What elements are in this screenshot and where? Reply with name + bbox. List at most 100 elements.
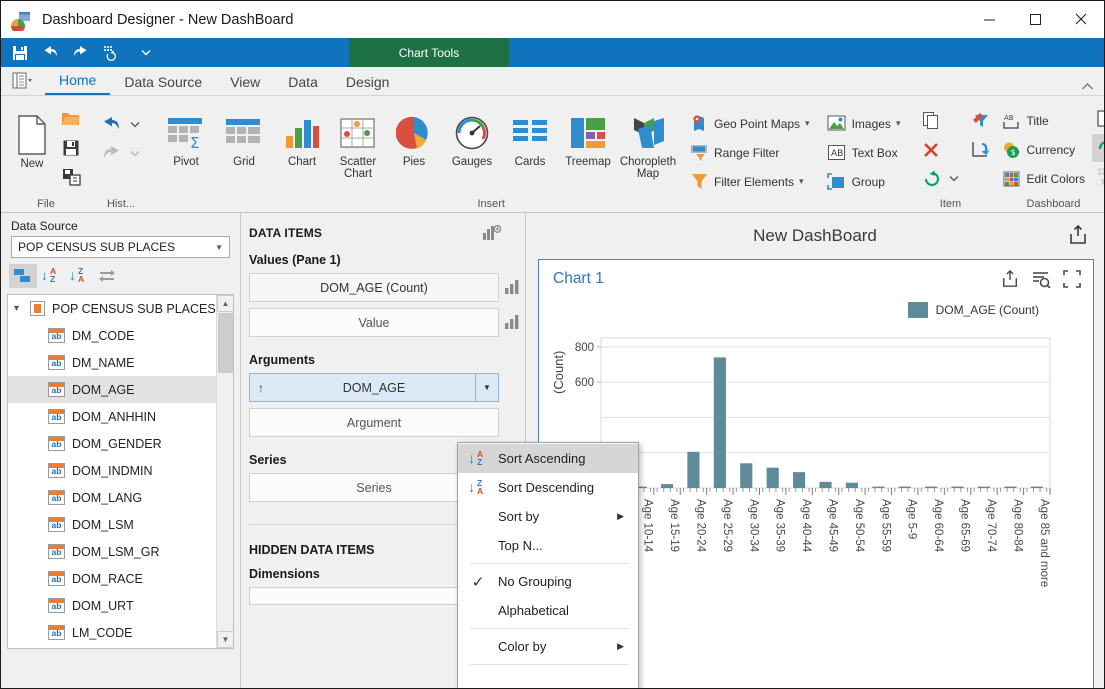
scroll-up-arrow-icon[interactable]: ▲ xyxy=(217,295,233,312)
filter-values-icon[interactable] xyxy=(1031,270,1051,288)
sort-az-icon[interactable]: ↓ AZ xyxy=(37,264,65,288)
chevron-up-icon[interactable] xyxy=(1081,82,1094,91)
chevron-down-icon[interactable]: ▾ xyxy=(805,118,810,129)
field-dm-name[interactable]: ab DM_NAME xyxy=(8,349,233,376)
menu-item-sort-descending[interactable]: ↓ Z A Sort Descending xyxy=(458,473,638,502)
menu-item-sort-by[interactable]: Sort by ▶ xyxy=(458,502,638,531)
chevron-down-icon[interactable]: ▾ xyxy=(896,118,901,129)
chevron-down-icon[interactable]: ▾ xyxy=(14,303,30,314)
update-interval-icon[interactable] xyxy=(1092,162,1104,190)
chart-tools-contextual-tab[interactable]: Chart Tools xyxy=(349,38,509,67)
bar[interactable] xyxy=(687,451,700,488)
field-dom-lang[interactable]: ab DOM_LANG xyxy=(8,484,233,511)
field-dom-indmin[interactable]: ab DOM_INDMIN xyxy=(8,457,233,484)
bar[interactable] xyxy=(845,482,858,488)
grid-button[interactable]: Grid xyxy=(215,106,273,168)
refresh-item-dropdown-icon[interactable] xyxy=(945,164,963,193)
file-menu-button[interactable] xyxy=(1,66,45,95)
bar[interactable] xyxy=(660,484,674,488)
argument-context-menu[interactable]: ↓ A Z Sort Ascending ↓ Z A Sort Descending S… xyxy=(457,442,639,688)
minimize-button[interactable] xyxy=(966,1,1012,37)
bar[interactable] xyxy=(1030,486,1043,488)
menu-item-sort-ascending[interactable]: ↓ A Z Sort Ascending xyxy=(458,444,638,473)
save-icon[interactable] xyxy=(5,38,35,67)
treemap-button[interactable]: Treemap xyxy=(559,106,617,168)
bar[interactable] xyxy=(872,486,885,488)
measure-icon[interactable] xyxy=(505,280,520,294)
refresh-icon[interactable] xyxy=(95,38,125,67)
maximize-button[interactable] xyxy=(1012,1,1058,37)
menu-item-no-grouping[interactable]: ✓ No Grouping xyxy=(458,567,638,596)
add-data-item-icon[interactable] xyxy=(483,225,501,241)
new-button[interactable]: New xyxy=(7,108,57,170)
customize-qat-caret-icon[interactable] xyxy=(131,38,161,67)
bar[interactable] xyxy=(1004,486,1017,488)
bar[interactable] xyxy=(740,463,753,488)
field-dom-lsm[interactable]: ab DOM_LSM xyxy=(8,511,233,538)
menu-item-rename[interactable] xyxy=(458,668,638,688)
filter-elements-button[interactable]: Filter Elements ▾ xyxy=(683,167,815,196)
text-box-button[interactable]: AB Text Box xyxy=(821,138,906,167)
undo-icon[interactable] xyxy=(35,38,65,67)
refresh-item-icon[interactable] xyxy=(917,164,945,193)
chevron-down-icon[interactable]: ▼ xyxy=(215,243,223,252)
bar[interactable] xyxy=(766,467,779,488)
images-button[interactable]: Images ▾ xyxy=(821,109,906,138)
sort-za-icon[interactable]: ↓ ZA xyxy=(65,264,93,288)
data-item-argument-dom-age[interactable]: ↑ DOM_AGE ▼ xyxy=(249,373,499,402)
edit-colors-button[interactable]: Edit Colors xyxy=(995,164,1090,193)
range-filter-button[interactable]: Range Filter xyxy=(683,138,815,167)
bar[interactable] xyxy=(793,472,806,488)
cards-button[interactable]: Cards xyxy=(501,106,559,168)
chart-button[interactable]: Chart xyxy=(273,106,331,168)
tab-design[interactable]: Design xyxy=(332,72,404,95)
gauges-button[interactable]: Gauges xyxy=(443,106,501,168)
field-lm-code[interactable]: ab LM_CODE xyxy=(8,619,233,646)
bar[interactable] xyxy=(819,481,832,488)
geo-point-maps-button[interactable]: Geo Point Maps ▾ xyxy=(683,109,815,138)
pies-button[interactable]: Pies xyxy=(385,106,443,168)
field-dom-anhhin[interactable]: ab DOM_ANHHIN xyxy=(8,403,233,430)
tab-view[interactable]: View xyxy=(216,72,274,95)
data-item-dom-age-count[interactable]: DOM_AGE (Count) xyxy=(249,273,519,302)
save-icon[interactable] xyxy=(57,133,85,162)
field-dm-code[interactable]: ab DM_CODE xyxy=(8,322,233,349)
redo-icon[interactable] xyxy=(97,139,125,168)
open-folder-icon[interactable] xyxy=(57,104,85,133)
scroll-down-arrow-icon[interactable]: ▼ xyxy=(217,631,233,648)
field-dom-lsm-gr[interactable]: ab DOM_LSM_GR xyxy=(8,538,233,565)
pivot-button[interactable]: Σ Pivot xyxy=(157,106,215,168)
field-dom-gender[interactable]: ab DOM_GENDER xyxy=(8,430,233,457)
bar[interactable] xyxy=(898,486,911,488)
title-button[interactable]: AB Title xyxy=(995,106,1090,135)
show-hierarchy-icon[interactable] xyxy=(9,264,37,288)
dashboard-settings-icon[interactable] xyxy=(1092,106,1104,134)
data-source-combobox[interactable]: POP CENSUS SUB PLACES ▼ xyxy=(11,236,230,258)
data-item-argument-placeholder[interactable]: Argument xyxy=(249,408,499,437)
delete-icon[interactable] xyxy=(917,135,945,164)
chevron-down-icon[interactable]: ▾ xyxy=(799,176,804,187)
measure-icon[interactable] xyxy=(505,315,520,329)
choropleth-map-button[interactable]: Choropleth Map xyxy=(617,106,679,180)
close-button[interactable] xyxy=(1058,1,1104,37)
field-lm-name[interactable]: ab LM_NAME xyxy=(8,646,233,648)
tab-home[interactable]: Home xyxy=(45,70,111,95)
redo-icon[interactable] xyxy=(65,38,95,67)
field-dom-race[interactable]: ab DOM_RACE xyxy=(8,565,233,592)
bar[interactable] xyxy=(713,357,726,488)
swap-icon[interactable] xyxy=(93,264,121,288)
bar[interactable] xyxy=(951,486,964,488)
data-item-dropdown-button[interactable]: ▼ xyxy=(475,373,499,402)
maximize-icon[interactable] xyxy=(1063,270,1081,288)
tab-data[interactable]: Data xyxy=(274,72,332,95)
field-dom-urt[interactable]: ab DOM_URT xyxy=(8,592,233,619)
tree-scrollbar[interactable]: ▲ ▼ xyxy=(216,295,233,648)
currency-button[interactable]: $ Currency xyxy=(995,135,1090,164)
duplicate-icon[interactable] xyxy=(917,106,945,135)
scatter-chart-button[interactable]: Scatter Chart xyxy=(331,106,385,180)
menu-item-top-n[interactable]: Top N... xyxy=(458,531,638,560)
tab-data-source[interactable]: Data Source xyxy=(110,72,216,95)
data-item-value-placeholder[interactable]: Value xyxy=(249,308,519,337)
bar[interactable] xyxy=(925,486,938,488)
bar[interactable] xyxy=(977,486,991,488)
